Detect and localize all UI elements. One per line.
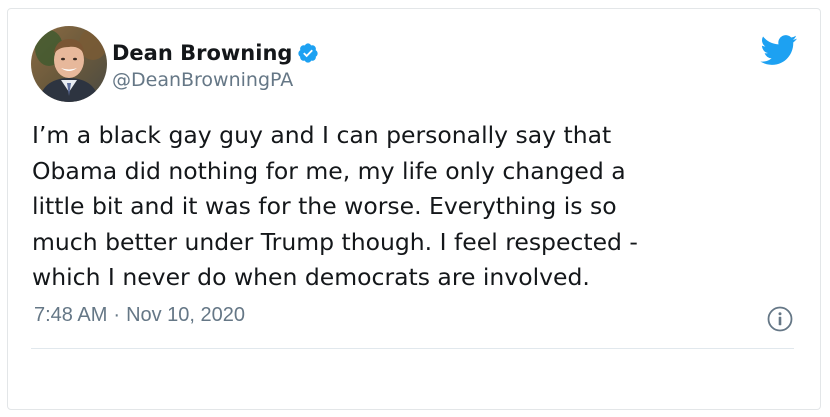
- tweet-text: I’m a black gay guy and I can personally…: [32, 118, 802, 296]
- tweet-text-line: which I never do when democrats are invo…: [32, 263, 590, 291]
- tweet-card: Dean Browning @DeanBrowningPA I’m a blac…: [7, 8, 821, 410]
- author-handle[interactable]: @DeanBrowningPA: [112, 69, 293, 91]
- author-display-name[interactable]: Dean Browning: [112, 41, 292, 65]
- tweet-time[interactable]: 7:48 AM: [34, 304, 107, 326]
- tweet-text-line: I’m a black gay guy and I can personally…: [32, 121, 612, 149]
- tweet-date[interactable]: Nov 10, 2020: [126, 304, 245, 326]
- verified-badge-icon: [298, 43, 319, 63]
- avatar-photo: [31, 26, 107, 102]
- tweet-text-line: much better under Trump though. I feel r…: [32, 227, 638, 256]
- tweet-text-line: Obama did nothing for me, my life only c…: [32, 156, 626, 185]
- avatar[interactable]: [31, 26, 107, 102]
- tweet-timestamp[interactable]: 7:48 AM · Nov 10, 2020: [34, 304, 245, 327]
- author-name-row[interactable]: Dean Browning: [112, 39, 319, 67]
- divider: [31, 348, 794, 349]
- twitter-bird-icon[interactable]: [760, 35, 798, 66]
- tweet-text-line: little bit and it was for the worse. Eve…: [32, 192, 617, 220]
- timestamp-separator: ·: [113, 304, 121, 326]
- info-icon[interactable]: [767, 306, 793, 332]
